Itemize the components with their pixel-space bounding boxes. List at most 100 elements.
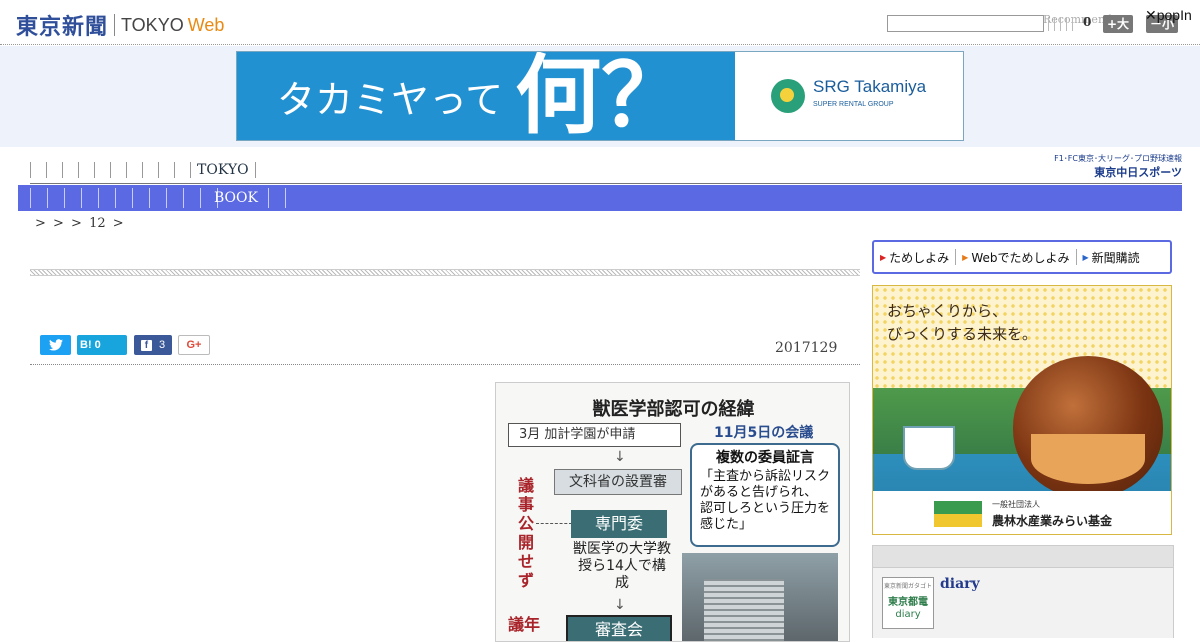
article-infographic[interactable]: 獣医学部認可の経緯 3月 加計学園が申請 11月5日の会議 複数の委員証言 「主… — [495, 382, 850, 642]
banner-ad-brand: SRG Takamiya SUPER RENTAL GROUP — [735, 52, 963, 140]
sidebar-tabs: ▶ ためしよみ ▶ Webでためしよみ ▶ 新聞購読 — [872, 240, 1172, 274]
diary-thumb-bot: diary — [895, 609, 921, 620]
hatena-bookmark-button[interactable]: B! 0 — [77, 335, 127, 355]
sidebar-ad-org: 農林水産業みらい基金 — [991, 513, 1112, 528]
popin-close-button[interactable]: ✕popIn — [1145, 7, 1192, 24]
infographic-title: 獣医学部認可の経緯 — [592, 399, 755, 420]
nav-divider — [132, 188, 133, 208]
infographic-side-label: 議事公開せず — [517, 476, 534, 590]
nav-divider — [166, 188, 167, 208]
banner-ad-brand-block: SRG Takamiya SUPER RENTAL GROUP — [813, 78, 926, 114]
sidebar-ad-org-small: 一般社団法人 — [991, 499, 1040, 509]
sports-link-bottom: 東京中日スポーツ — [1094, 166, 1182, 179]
site-header: 東京新聞 TOKYO Web Recommend 0 +大 －小 ✕popIn — [0, 0, 1200, 45]
tab-label: 新聞購読 — [1091, 250, 1140, 265]
nav-divider — [190, 162, 191, 178]
triangle-right-icon: ▶ — [1082, 252, 1089, 262]
sidebar-ad[interactable]: おちゃくりから、 びっくりする未来を。 一般社団法人 農林水産業みらい基金 — [872, 285, 1172, 535]
triangle-right-icon: ▶ — [880, 252, 887, 262]
tab-label: Webでためしよみ — [971, 250, 1070, 265]
diary-thumb-mid: 東京都電 — [888, 597, 928, 608]
nav-divider — [94, 162, 95, 178]
banner-ad-band: タカミヤって 何？ SRG Takamiya SUPER RENTAL GROU… — [0, 46, 1200, 147]
nav-divider — [149, 188, 150, 208]
nav-divider — [200, 188, 201, 208]
elephant-logo-icon — [771, 79, 805, 113]
diary-thumb-top: 東京新聞ガタゴト — [883, 583, 932, 590]
search-input[interactable] — [887, 15, 1044, 32]
fund-logo-icon — [933, 500, 982, 527]
nav-divider — [158, 162, 159, 178]
sidebar-section-header — [872, 545, 1174, 568]
nav-divider — [110, 162, 111, 178]
tab-web-tameshiyomi[interactable]: ▶ Webでためしよみ — [962, 249, 1069, 266]
nav-divider — [267, 188, 269, 208]
infographic-council-box: 文科省の設置審 — [554, 469, 682, 495]
logo-tokyo-text: TOKYO — [121, 14, 184, 35]
diary-link[interactable]: diary — [940, 576, 980, 592]
facebook-count: 3 — [158, 339, 166, 351]
infographic-dashed-connector — [536, 523, 572, 524]
nav-item-book[interactable]: BOOK — [214, 190, 258, 206]
nav-divider — [46, 162, 47, 178]
nav-divider — [47, 188, 48, 208]
banner-ad-brand-name: SRG Takamiya — [813, 77, 927, 96]
chestnut-illustration — [1013, 356, 1163, 498]
recommend-bars — [1048, 17, 1078, 31]
nav-divider — [30, 188, 31, 208]
infographic-review-box: 審査会 — [566, 615, 672, 641]
down-arrow-icon: ↓ — [614, 449, 626, 465]
infographic-members-text: 獣医学の大学教授ら14人で構成 — [573, 541, 671, 591]
twitter-share-button[interactable] — [40, 335, 71, 355]
logo-jp-text: 東京新聞 — [16, 15, 109, 40]
banner-ad-headline: タカミヤって 何？ — [237, 52, 735, 140]
sidebar-ad-text-line2: びっくりする未来を。 — [887, 325, 1038, 343]
nav-divider — [81, 188, 82, 208]
twitter-bird-icon — [48, 339, 63, 351]
tab-subscribe[interactable]: ▶ 新聞購読 — [1083, 249, 1140, 266]
article-date: 2017129 — [775, 340, 838, 356]
breadcrumb[interactable]: > > > 12 > — [35, 216, 124, 231]
nav-divider — [115, 188, 116, 208]
site-logo[interactable]: 東京新聞 TOKYO Web — [16, 9, 224, 41]
google-plus-share-button[interactable]: G+ — [178, 335, 210, 355]
nav-divider — [62, 162, 63, 178]
triangle-right-icon: ▶ — [962, 252, 969, 262]
diary-thumbnail[interactable]: 東京新聞ガタゴト 東京都電 diary — [882, 577, 934, 629]
nav-divider — [98, 188, 99, 208]
nav-divider — [174, 162, 175, 178]
infographic-meeting-label: 11月5日の会議 — [714, 425, 814, 441]
tab-tameshiyomi[interactable]: ▶ ためしよみ — [880, 249, 949, 266]
hatena-count: 0 — [94, 339, 101, 351]
sidebar-ad-org-block: 一般社団法人 農林水産業みらい基金 — [992, 499, 1112, 529]
infographic-march-box: 3月 加計学園が申請 — [508, 423, 681, 447]
nav-divider — [284, 188, 286, 208]
nav-divider — [142, 162, 143, 178]
nav-divider — [64, 188, 65, 208]
sidebar-ad-footer: 一般社団法人 農林水産業みらい基金 — [873, 491, 1171, 534]
recommend-count: 0 — [1083, 15, 1092, 29]
infographic-testimony-box: 複数の委員証言 「主査から訴訟リスクがあると告げられ、認可しろという圧力を感じた… — [690, 443, 840, 547]
sports-link[interactable]: F1･FC東京･大リーグ･プロ野球速報 東京中日スポーツ — [1022, 153, 1182, 180]
tab-divider — [1075, 249, 1077, 265]
infographic-side-label-2: 議年 — [508, 615, 541, 634]
banner-ad-headline-big: 何？ — [515, 52, 688, 140]
font-larger-button[interactable]: +大 — [1103, 15, 1134, 33]
banner-ad[interactable]: タカミヤって 何？ SRG Takamiya SUPER RENTAL GROU… — [236, 51, 964, 141]
facebook-share-button[interactable]: f 3 — [134, 335, 172, 355]
nav-divider — [254, 162, 256, 178]
down-arrow-icon: ↓ — [614, 597, 626, 613]
article-divider — [30, 364, 860, 365]
nav-divider — [30, 162, 31, 178]
logo-separator — [114, 14, 116, 36]
sidebar-ad-text-line1: おちゃくりから、 — [887, 302, 1008, 320]
article-header-rule — [30, 269, 860, 276]
infographic-testimony-head: 複数の委員証言 — [716, 450, 814, 466]
hatena-icon: B! — [80, 339, 92, 351]
secondary-nav: BOOK — [18, 185, 1182, 211]
tab-label: ためしよみ — [889, 250, 950, 265]
banner-ad-brand-sub: SUPER RENTAL GROUP — [813, 101, 894, 108]
nav-item-tokyo[interactable]: TOKYO — [197, 162, 249, 178]
logo-web-text: Web — [187, 14, 225, 35]
primary-nav: TOKYO — [30, 158, 271, 182]
